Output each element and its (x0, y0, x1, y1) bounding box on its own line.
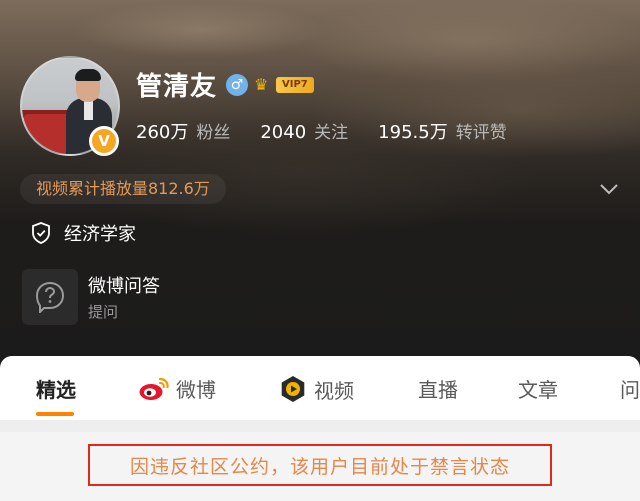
tab-label: 精选 (36, 378, 76, 402)
stat-label: 转评赞 (455, 123, 507, 143)
qa-title[interactable]: 微博问答 (88, 272, 160, 298)
tab-label: 视频 (314, 378, 354, 403)
tab-label: 直播 (418, 378, 458, 402)
tab-video[interactable]: 视频 (278, 374, 354, 404)
shield-icon (32, 222, 50, 244)
tab-articles[interactable]: 文章 (518, 374, 558, 403)
avatar-hair (75, 69, 101, 81)
profile-tabs: 精选 微博 视频 直播 文章 问 (0, 356, 640, 420)
profile-name: 管清友 (136, 72, 218, 102)
active-tab-indicator (36, 412, 74, 416)
question-bubble-icon (35, 281, 65, 313)
tab-live[interactable]: 直播 (418, 374, 458, 403)
vip-level-label: VIP7 (276, 77, 314, 93)
tab-label: 微博 (176, 378, 216, 402)
profile-stats: 260万 粉丝 2040 关注 195.5万 转评赞 (136, 118, 537, 144)
certification-row: 经济学家 (30, 220, 136, 246)
section-divider (0, 420, 640, 432)
stat-value: 195.5万 (378, 122, 448, 143)
tab-featured[interactable]: 精选 (36, 374, 76, 403)
chevron-down-icon[interactable] (598, 178, 620, 200)
gender-male-icon: ♂ (226, 74, 248, 96)
stat-followers[interactable]: 260万 粉丝 (136, 118, 230, 144)
stat-label: 关注 (314, 123, 349, 143)
qa-entry[interactable] (22, 269, 78, 325)
ban-notice: 因违反社区公约，该用户目前处于禁言状态 (88, 444, 552, 486)
qa-subtitle[interactable]: 提问 (88, 301, 118, 322)
crown-icon: ♛ (254, 75, 269, 94)
stat-following[interactable]: 2040 关注 (260, 118, 348, 143)
vip-badge[interactable]: ♛ VIP7 (254, 76, 314, 94)
video-icon (281, 376, 305, 402)
video-play-count[interactable]: 视频累计播放量812.6万 (20, 174, 226, 204)
stat-value: 260万 (136, 122, 189, 143)
certification-label: 经济学家 (64, 224, 136, 245)
stat-label: 粉丝 (196, 123, 231, 143)
avatar-shirt (84, 100, 93, 120)
tab-label: 问 (620, 378, 640, 402)
stat-value: 2040 (260, 122, 307, 143)
tab-questions[interactable]: 问 (620, 374, 640, 403)
stat-likes[interactable]: 195.5万 转评赞 (378, 118, 507, 144)
weibo-icon (139, 377, 169, 400)
tab-weibo[interactable]: 微博 (138, 374, 216, 403)
verified-badge-icon: V (89, 126, 119, 156)
tab-label: 文章 (518, 378, 558, 402)
